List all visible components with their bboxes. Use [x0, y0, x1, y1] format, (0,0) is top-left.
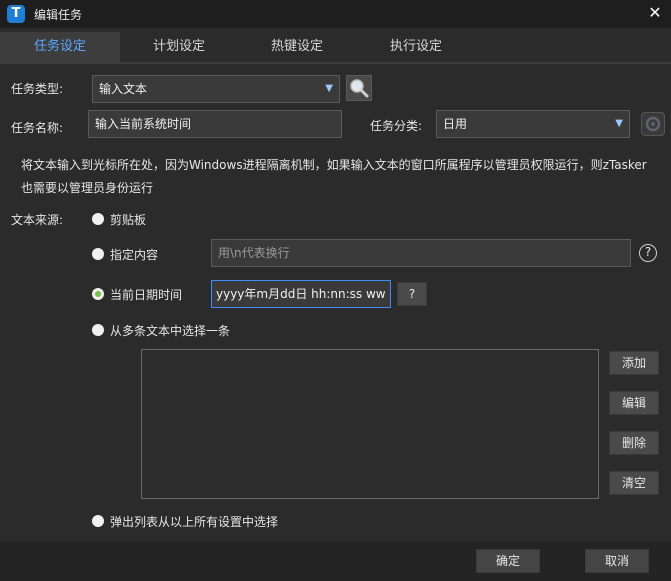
help-icon[interactable]: ? — [639, 244, 657, 262]
clipboard-label: 剪贴板 — [110, 213, 147, 227]
window-title: 编辑任务 — [34, 8, 83, 22]
radio-current-datetime[interactable] — [92, 288, 104, 300]
task-category-value: 日用 — [443, 117, 468, 131]
chevron-down-icon: ▼ — [615, 118, 623, 129]
specified-content-input[interactable]: 用\n代表换行 — [211, 239, 631, 267]
tab-divider — [0, 62, 671, 64]
tab-hotkey-settings[interactable]: 热键设定 — [238, 32, 356, 62]
cancel-button[interactable]: 取消 — [585, 549, 649, 573]
tab-task-settings[interactable]: 任务设定 — [0, 32, 120, 62]
clear-button[interactable]: 清空 — [609, 471, 659, 495]
ok-button[interactable]: 确定 — [476, 549, 540, 573]
title-bar — [0, 0, 671, 28]
dialog-footer — [0, 541, 671, 581]
gear-icon — [645, 116, 661, 132]
text-source-label: 文本来源: — [11, 213, 64, 227]
task-category-select[interactable]: 日用 ▼ — [436, 110, 630, 138]
task-name-label: 任务名称: — [11, 121, 64, 135]
task-category-label: 任务分类: — [370, 119, 423, 133]
radio-popup-list[interactable] — [92, 515, 104, 527]
datetime-format-input[interactable]: yyyy年m月dd日 hh:nn:ss ww — [211, 280, 391, 308]
category-settings-button[interactable] — [641, 112, 665, 136]
current-datetime-label: 当前日期时间 — [110, 288, 183, 302]
edit-button[interactable]: 编辑 — [609, 391, 659, 415]
specified-content-label: 指定内容 — [110, 248, 159, 262]
radio-clipboard[interactable] — [92, 213, 104, 225]
add-button[interactable]: 添加 — [609, 351, 659, 375]
multi-text-list[interactable] — [141, 349, 599, 499]
multi-text-label: 从多条文本中选择一条 — [110, 324, 231, 338]
task-type-label: 任务类型: — [11, 82, 64, 96]
tab-execution-settings[interactable]: 执行设定 — [356, 32, 476, 62]
chevron-down-icon: ▼ — [325, 83, 333, 94]
popup-list-label: 弹出列表从以上所有设置中选择 — [110, 515, 279, 529]
task-type-select[interactable]: 输入文本 ▼ — [92, 75, 340, 103]
search-button[interactable] — [346, 75, 372, 101]
delete-button[interactable]: 删除 — [609, 431, 659, 455]
task-type-value: 输入文本 — [99, 82, 148, 96]
description-line-1: 将文本输入到光标所在处，因为Windows进程隔离机制，如果输入文本的窗口所属程… — [21, 158, 647, 172]
radio-multi-text[interactable] — [92, 324, 104, 336]
radio-specified-content[interactable] — [92, 248, 104, 260]
app-logo-icon: T — [7, 5, 25, 23]
close-icon[interactable]: ✕ — [646, 4, 664, 22]
task-name-input[interactable]: 输入当前系统时间 — [88, 110, 342, 138]
datetime-help-button[interactable]: ? — [397, 282, 427, 306]
tab-schedule-settings[interactable]: 计划设定 — [120, 32, 238, 62]
description-line-2: 也需要以管理员身份运行 — [21, 181, 154, 195]
search-icon — [350, 79, 369, 98]
